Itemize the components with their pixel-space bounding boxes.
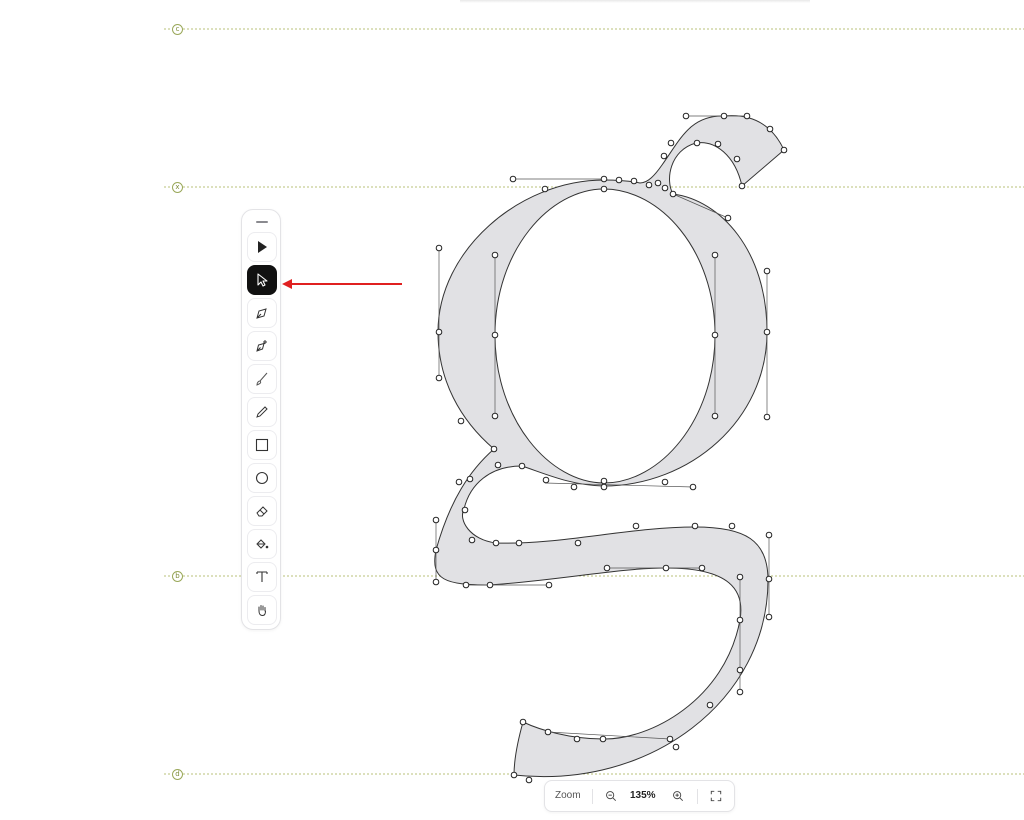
divider: [592, 789, 593, 804]
guide-label-xheight: x: [172, 182, 183, 193]
eraser-tool[interactable]: [247, 496, 277, 526]
zoom-out-button[interactable]: [604, 789, 618, 803]
drag-handle[interactable]: [256, 221, 268, 223]
fill-tool[interactable]: [247, 529, 277, 559]
text-icon: [256, 571, 268, 582]
annotation-arrow: [282, 279, 402, 289]
zoom-in-icon: [673, 791, 684, 802]
guide-label-baseline: b: [172, 571, 183, 582]
ellipse-tool[interactable]: [247, 463, 277, 493]
guide-label-descender: d: [172, 769, 183, 780]
rectangle-tool[interactable]: [247, 430, 277, 460]
brush-tool[interactable]: [247, 364, 277, 394]
text-tool[interactable]: [247, 562, 277, 592]
tools-panel: [241, 209, 281, 630]
direct-select-tool[interactable]: [247, 265, 277, 295]
zoom-label: Zoom: [555, 790, 581, 801]
guide-label-ascender: c: [172, 24, 183, 35]
arrow-filled-icon: [258, 241, 267, 253]
zoom-bar: Zoom 135%: [544, 780, 735, 812]
add-anchor-tool[interactable]: [247, 331, 277, 361]
circle-icon: [255, 471, 269, 485]
fullscreen-icon: [710, 790, 722, 802]
pen-nib-icon: [256, 308, 267, 319]
square-icon: [255, 438, 269, 452]
divider: [697, 789, 698, 804]
pen-tool[interactable]: [247, 298, 277, 328]
zoom-in-button[interactable]: [671, 789, 685, 803]
hand-icon: [258, 605, 266, 617]
pencil-icon: [256, 406, 268, 418]
pencil-tool[interactable]: [247, 397, 277, 427]
paint-bucket-icon: [256, 539, 269, 549]
fullscreen-button[interactable]: [709, 789, 723, 803]
zoom-out-icon: [606, 791, 617, 802]
glyph-canvas[interactable]: [0, 0, 1024, 820]
brush-icon: [256, 372, 268, 386]
hand-tool[interactable]: [247, 595, 277, 625]
cursor-icon: [257, 273, 268, 287]
select-tool[interactable]: [247, 232, 277, 262]
eraser-icon: [256, 506, 268, 517]
pen-plus-icon: [256, 340, 267, 352]
glyph-outline: [434, 115, 785, 777]
zoom-value: 135%: [630, 790, 656, 801]
